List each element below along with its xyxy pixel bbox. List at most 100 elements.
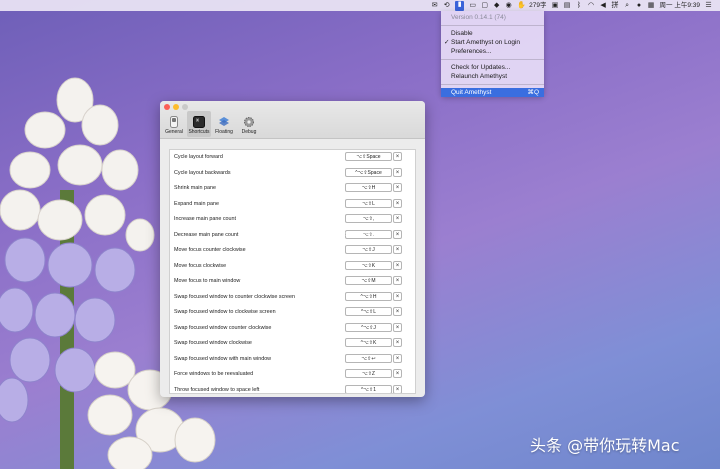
watermark-logo-icon [308, 229, 318, 239]
tab-shortcuts[interactable]: ⌘ Shortcuts [187, 111, 211, 137]
minimize-button[interactable] [173, 104, 179, 110]
shortcut-label: Force windows to be reevaluated [174, 371, 254, 377]
shortcut-recorder-field[interactable]: ^⌥⇧J [345, 322, 392, 332]
menu-item-preferences[interactable]: Preferences... [441, 47, 544, 56]
tab-label: Floating [215, 129, 233, 135]
search-icon[interactable]: ⌕ [624, 2, 631, 9]
shortcut-label: Swap focused window counter clockwise [174, 324, 272, 331]
menu-separator [441, 25, 544, 26]
shortcut-label: Move focus clockwise [174, 262, 227, 269]
clear-shortcut-button[interactable]: × [393, 291, 402, 301]
svg-text:⌘: ⌘ [196, 118, 200, 123]
bluetooth-icon[interactable]: ᛒ [576, 2, 583, 9]
shortcut-recorder-field[interactable]: ⌥⇧H [345, 183, 392, 192]
shortcut-label: Throw focused window to space left [174, 386, 260, 393]
input-source-icon[interactable]: 拼 [612, 2, 619, 9]
menu-item-relaunch[interactable]: Relaunch Amethyst [441, 72, 544, 81]
clear-shortcut-button[interactable]: × [393, 353, 402, 363]
shortcut-label: Swap focused window to clockwise screen [174, 309, 276, 315]
shortcut-recorder-field[interactable]: ⌥⇧K [345, 260, 392, 270]
shortcut-recorder-field[interactable]: ^⌥⇧H [345, 291, 392, 301]
close-button[interactable] [164, 104, 170, 110]
shortcut-recorder-field[interactable]: ^⌥⇧1 [345, 384, 392, 393]
shortcut-recorder-field[interactable]: ⌥⇧J [345, 245, 392, 254]
word-count-status[interactable]: 279字 [529, 1, 546, 11]
shortcuts-list[interactable]: Cycle layout forward ⌥⇧Space × Cycle layout… [169, 149, 416, 394]
battery-app-icon[interactable]: ▤ [564, 2, 571, 9]
tab-label: General [165, 129, 183, 135]
shortcut-row: Cycle layout forward ⌥⇧Space × [170, 150, 415, 166]
user-icon[interactable]: ● [636, 2, 643, 9]
shortcut-row: Move focus to main window ⌥⇧M × [170, 274, 415, 290]
clear-shortcut-button[interactable]: × [393, 214, 402, 223]
display-icon[interactable]: ▢ [481, 2, 488, 9]
shortcut-recorder-field[interactable]: ⌥⇧↩ [345, 353, 392, 363]
switch-icon [168, 116, 180, 128]
window-controls [164, 104, 188, 110]
shortcut-label: Increase main pane count [174, 216, 237, 222]
wifi-icon[interactable]: ◠ [588, 2, 595, 9]
shortcut-recorder-field[interactable]: ⌥⇧Z [345, 369, 392, 378]
shortcut-label: Swap focused window to counter clockwise… [174, 293, 296, 300]
menu-item-start-on-login[interactable]: ✓ Start Amethyst on Login [441, 38, 544, 47]
eye-icon[interactable]: ◉ [505, 2, 512, 9]
clear-shortcut-button[interactable]: × [393, 276, 402, 285]
menu-separator [441, 84, 544, 85]
amethyst-menu: Version 0.14.1 (74) Disable ✓ Start Ameth… [441, 11, 544, 97]
menu-separator [441, 59, 544, 60]
tab-general[interactable]: General [162, 111, 186, 137]
wechat-icon[interactable]: ✉ [431, 2, 438, 9]
menubar-clock[interactable]: 周一 上午9:39 [660, 1, 700, 11]
amethyst-menu-icon[interactable]: ▮ [455, 0, 465, 11]
watermark-text: www.Mac69.com [321, 230, 374, 238]
menu-item-quit[interactable]: Quit Amethyst ⌘Q [441, 88, 544, 97]
clear-shortcut-button[interactable]: × [393, 183, 402, 192]
menu-item-disable[interactable]: Disable [441, 29, 544, 38]
menu-bar: ✉ ⟲ ▮ ▭ ▢ ◆ ◉ ✋ 279字 ▣ ▤ ᛒ ◠ ◀ 拼 ⌕ ● ▦ 周… [0, 0, 720, 11]
clear-shortcut-button[interactable]: × [393, 245, 402, 254]
zoom-button[interactable] [182, 104, 188, 110]
shortcut-recorder-field[interactable]: ^⌥⇧K [345, 338, 392, 347]
shortcut-recorder-field[interactable]: ⌥⇧M [345, 276, 392, 285]
menu-item-check-updates[interactable]: Check for Updates... [441, 63, 544, 72]
shortcut-label: Swap focused window clockwise [174, 340, 252, 346]
menu-item-label: Preferences... [451, 48, 492, 55]
clear-shortcut-button[interactable]: × [393, 322, 402, 332]
volume-icon[interactable]: ◀ [600, 2, 607, 9]
clear-shortcut-button[interactable]: × [393, 229, 402, 239]
preferences-window: General ⌘ Shortcuts Floating Debug Cycle… [160, 101, 425, 397]
clear-shortcut-button[interactable]: × [393, 260, 402, 270]
shortcut-row: Swap focused window to counter clockwise… [170, 290, 415, 306]
shortcut-label: Cycle layout forward [174, 154, 223, 160]
shortcut-row: Swap focused window with main window ⌥⇧↩ × [170, 352, 415, 368]
shortcut-recorder-field[interactable]: ^⌥⇧L [345, 307, 392, 316]
shortcut-recorder-field[interactable]: ^⌥⇧Space [345, 167, 392, 177]
clear-shortcut-button[interactable]: × [393, 167, 402, 177]
clear-shortcut-button[interactable]: × [393, 384, 402, 393]
hand-icon[interactable]: ✋ [517, 2, 526, 9]
shortcut-row: Decrease main pane count ⌥⇧. × [170, 228, 415, 244]
shortcut-recorder-field[interactable]: ⌥⇧Space [345, 152, 392, 161]
shortcut-label: Move focus to main window [174, 278, 241, 284]
preferences-tabs: General ⌘ Shortcuts Floating Debug [162, 111, 261, 137]
shortcut-recorder-field[interactable]: ⌥⇧L [345, 198, 392, 208]
shortcut-recorder-field[interactable]: ⌥⇧, [345, 214, 392, 223]
clear-shortcut-button[interactable]: × [393, 338, 402, 347]
shortcut-row: Swap focused window counter clockwise ^⌥⇧… [170, 321, 415, 337]
checkmark-icon: ✓ [444, 39, 450, 46]
clear-shortcut-button[interactable]: × [393, 152, 402, 161]
sync-icon[interactable]: ⟲ [443, 2, 450, 9]
clear-shortcut-button[interactable]: × [393, 369, 402, 378]
shortcut-label: Shrink main pane [174, 185, 216, 191]
app-icon[interactable]: ▣ [552, 2, 559, 9]
clear-shortcut-button[interactable]: × [393, 307, 402, 316]
clear-shortcut-button[interactable]: × [393, 198, 402, 208]
dropbox-icon[interactable]: ◆ [493, 2, 500, 9]
shortcut-row: Increase main pane count ⌥⇧, × [170, 212, 415, 228]
tab-debug[interactable]: Debug [237, 111, 261, 137]
camera-icon[interactable]: ▭ [469, 2, 476, 9]
notification-center-icon[interactable]: ☰ [705, 2, 712, 9]
tab-floating[interactable]: Floating [212, 111, 236, 137]
shortcut-row: Force windows to be reevaluated ⌥⇧Z × [170, 367, 415, 383]
control-center-icon[interactable]: ▦ [648, 2, 655, 9]
